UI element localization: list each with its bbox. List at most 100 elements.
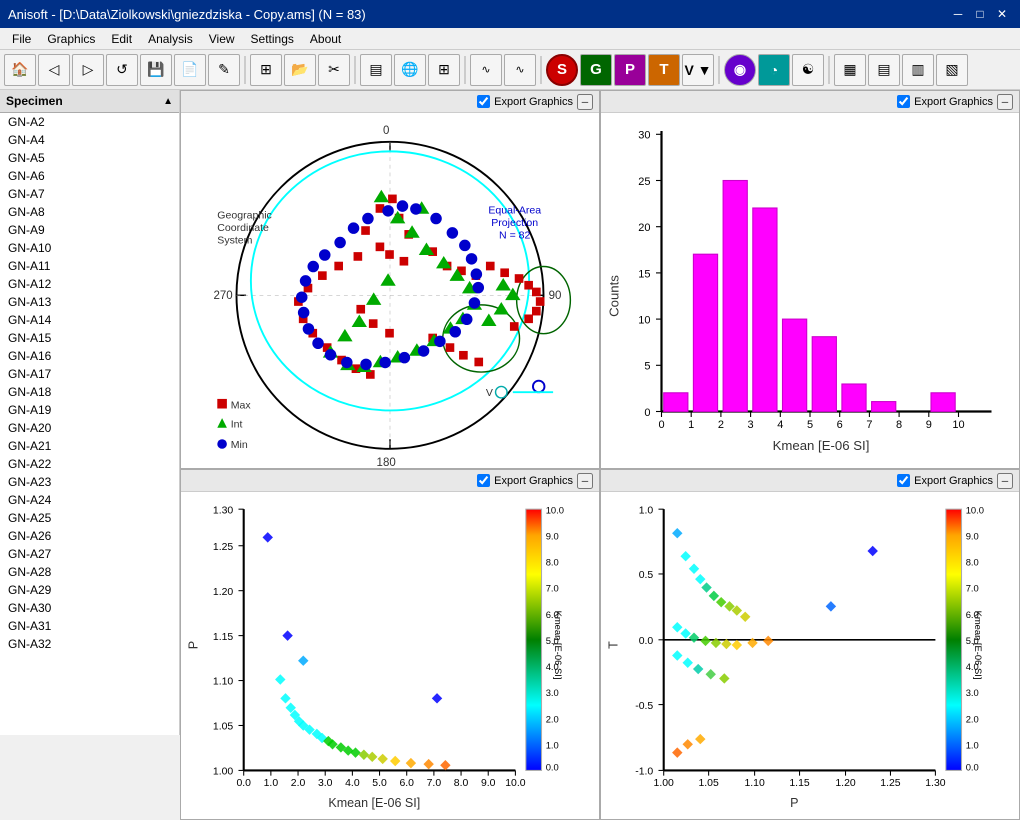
sidebar-item[interactable]: GN-A2 (0, 113, 179, 131)
wave1-button[interactable]: ∿ (470, 54, 502, 86)
scatter1-export-label: Export Graphics (494, 475, 573, 487)
edit-button[interactable]: ✎ (208, 54, 240, 86)
scatter1-minimize-button[interactable]: ─ (577, 473, 593, 489)
stereonet-export-checkbox[interactable] (477, 95, 490, 108)
sidebar-item[interactable]: GN-A14 (0, 311, 179, 329)
S-button[interactable]: S (546, 54, 578, 86)
T-button[interactable]: T (648, 54, 680, 86)
cut-button[interactable]: ✂ (318, 54, 350, 86)
sidebar-item[interactable]: GN-A16 (0, 347, 179, 365)
sidebar-item[interactable]: GN-A24 (0, 491, 179, 509)
svg-text:1.0: 1.0 (639, 505, 654, 516)
scatter2-export-checkbox[interactable] (897, 474, 910, 487)
grid-button[interactable]: ⊞ (428, 54, 460, 86)
save-button[interactable]: 💾 (140, 54, 172, 86)
scatter1-export-checkbox[interactable] (477, 474, 490, 487)
wave2-button[interactable]: ∿ (504, 54, 536, 86)
svg-text:-0.5: -0.5 (635, 701, 653, 712)
svg-text:10: 10 (952, 419, 964, 431)
svg-text:N = 82: N = 82 (499, 230, 531, 242)
histogram-header: Export Graphics ─ (601, 91, 1019, 113)
calc-button[interactable]: ▤ (360, 54, 392, 86)
svg-text:1.00: 1.00 (654, 778, 675, 789)
svg-text:Counts: Counts (607, 275, 622, 317)
scatter2-minimize-button[interactable]: ─ (997, 473, 1013, 489)
svg-text:Geographic: Geographic (217, 210, 272, 222)
svg-text:7.0: 7.0 (427, 778, 442, 789)
bars4-button[interactable]: ▧ (936, 54, 968, 86)
svg-text:10: 10 (638, 315, 650, 327)
G-button[interactable]: G (580, 54, 612, 86)
maximize-button[interactable]: □ (970, 4, 990, 24)
sidebar-item[interactable]: GN-A30 (0, 599, 179, 617)
sidebar-item[interactable]: GN-A22 (0, 455, 179, 473)
sidebar-item[interactable]: GN-A5 (0, 149, 179, 167)
sidebar-item[interactable]: GN-A27 (0, 545, 179, 563)
sidebar-item[interactable]: GN-A28 (0, 563, 179, 581)
menu-edit[interactable]: Edit (103, 30, 140, 48)
purple-button[interactable]: ◉ (724, 54, 756, 86)
specimen-list: GN-A2GN-A4GN-A5GN-A6GN-A7GN-A8GN-A9GN-A1… (0, 113, 179, 735)
scatter2-header: Export Graphics ─ (601, 470, 1019, 492)
sidebar-scroll-up[interactable]: ▲ (163, 96, 173, 107)
table-button[interactable]: ⊞ (250, 54, 282, 86)
sidebar-item[interactable]: GN-A15 (0, 329, 179, 347)
menu-graphics[interactable]: Graphics (39, 30, 103, 48)
sidebar-item[interactable]: GN-A32 (0, 635, 179, 653)
sidebar-item[interactable]: GN-A25 (0, 509, 179, 527)
histogram-minimize-button[interactable]: ─ (997, 94, 1013, 110)
globe-button[interactable]: 🌐 (394, 54, 426, 86)
sidebar-item[interactable]: GN-A23 (0, 473, 179, 491)
menu-about[interactable]: About (302, 30, 349, 48)
svg-text:1.15: 1.15 (213, 632, 234, 643)
sidebar-item[interactable]: GN-A19 (0, 401, 179, 419)
stereonet-minimize-button[interactable]: ─ (577, 94, 593, 110)
menu-view[interactable]: View (201, 30, 243, 48)
forward-button[interactable]: ▷ (72, 54, 104, 86)
menu-analysis[interactable]: Analysis (140, 30, 201, 48)
menu-settings[interactable]: Settings (243, 30, 302, 48)
P-button[interactable]: P (614, 54, 646, 86)
sidebar-item[interactable]: GN-A26 (0, 527, 179, 545)
svg-text:30: 30 (638, 130, 650, 142)
sidebar-item[interactable]: GN-A11 (0, 257, 179, 275)
menu-file[interactable]: File (4, 30, 39, 48)
bars3-button[interactable]: ▥ (902, 54, 934, 86)
sidebar-item[interactable]: GN-A6 (0, 167, 179, 185)
window-controls: ─ □ ✕ (948, 4, 1012, 24)
svg-text:0.5: 0.5 (639, 570, 654, 581)
yinyang-button[interactable]: ☯ (792, 54, 824, 86)
open-button[interactable]: 📂 (284, 54, 316, 86)
svg-text:1.05: 1.05 (698, 778, 719, 789)
sidebar-item[interactable]: GN-A18 (0, 383, 179, 401)
sidebar-item[interactable]: GN-A17 (0, 365, 179, 383)
sidebar-item[interactable]: GN-A4 (0, 131, 179, 149)
scatter1-body: P Kmean [E-06 SI] 1.00 1.05 1.10 1.15 1.… (181, 492, 599, 819)
sidebar-item[interactable]: GN-A9 (0, 221, 179, 239)
sidebar-item[interactable]: GN-A10 (0, 239, 179, 257)
home-button[interactable]: 🏠 (4, 54, 36, 86)
sidebar-item[interactable]: GN-A29 (0, 581, 179, 599)
teal-button[interactable]: ◔ (758, 54, 790, 86)
sidebar-item[interactable]: GN-A7 (0, 185, 179, 203)
bars2-button[interactable]: ▤ (868, 54, 900, 86)
stereonet-export-label: Export Graphics (494, 96, 573, 108)
sidebar-item[interactable]: GN-A12 (0, 275, 179, 293)
sidebar-item[interactable]: GN-A20 (0, 419, 179, 437)
svg-text:1.05: 1.05 (213, 722, 234, 733)
bars1-button[interactable]: ▦ (834, 54, 866, 86)
svg-text:T: T (607, 641, 621, 649)
histogram-export-checkbox[interactable] (897, 95, 910, 108)
sidebar-item[interactable]: GN-A31 (0, 617, 179, 635)
minimize-button[interactable]: ─ (948, 4, 968, 24)
sidebar-item[interactable]: GN-A8 (0, 203, 179, 221)
refresh-button[interactable]: ↺ (106, 54, 138, 86)
close-button[interactable]: ✕ (992, 4, 1012, 24)
sidebar-item[interactable]: GN-A21 (0, 437, 179, 455)
back-button[interactable]: ◁ (38, 54, 70, 86)
V-button[interactable]: V ▼ (682, 54, 714, 86)
svg-text:0.0: 0.0 (546, 761, 559, 772)
toolbar-separator-1 (244, 56, 246, 84)
sidebar-item[interactable]: GN-A13 (0, 293, 179, 311)
saveas-button[interactable]: 📄 (174, 54, 206, 86)
